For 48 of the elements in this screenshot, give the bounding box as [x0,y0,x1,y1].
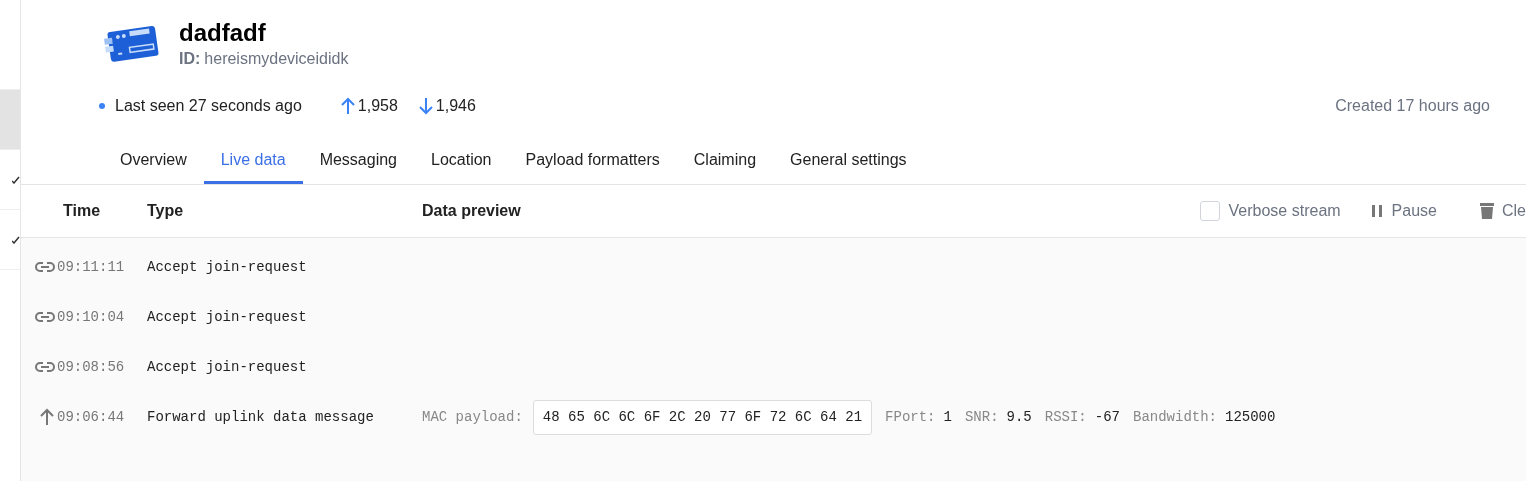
payload-field: 48 65 6C 6C 6F 2C 20 77 6F 72 6C 64 21 [532,399,873,435]
link-icon [35,361,55,373]
trash-icon [1480,202,1494,220]
tab[interactable]: Live data [203,138,303,184]
column-header: Data preview [422,201,521,221]
type-cell-text: Accept join-request [147,307,308,327]
arrow-up-icon [339,97,356,115]
uplink-count: 1,958 [357,96,398,116]
arrow-down-icon [417,97,434,115]
field-label: SNR: [964,407,999,427]
field-label: Bandwidth: [1133,407,1217,427]
time-cell-text: 09:11:11 [57,257,126,277]
device-name: dadfadf [179,18,267,48]
clear-button[interactable]: Cle [1480,199,1526,223]
type-cell-text: Forward uplink data message [147,407,375,427]
last-seen-text: Last seen 27 seconds ago [115,96,302,116]
field-value: 9.5 [1006,407,1032,427]
field-label: FPort: [885,407,936,427]
device-id: hereismydeviceididk [204,49,349,69]
checkbox-label: Verbose stream [1228,201,1341,221]
field-value: 125000 [1225,407,1276,427]
link-icon [35,261,55,273]
arrow-up-icon [39,408,55,426]
verbose-checkbox[interactable] [1199,201,1220,221]
field-label: RSSI: [1044,407,1087,427]
tab[interactable]: Messaging [302,138,414,184]
sidebar-item[interactable] [0,90,20,150]
tab[interactable]: Payload formatters [508,138,677,184]
tab[interactable]: Location [414,138,509,184]
tab[interactable]: Overview [103,138,204,184]
type-cell-text: Accept join-request [147,357,308,377]
time-cell-text: 09:06:44 [57,407,126,427]
pause-icon [1370,204,1383,218]
field-value: 1 [943,407,952,427]
downlink-count: 1,946 [435,96,476,116]
created-text: Created 17 hours ago [1335,96,1490,116]
field-label: MAC payload: [422,407,523,427]
tab[interactable]: General settings [773,138,924,184]
field-value: -67 [1094,407,1120,427]
link-icon [35,311,55,323]
tab[interactable]: Claiming [676,138,774,184]
column-header: Time [62,201,102,221]
column-header: Type [147,201,185,221]
time-cell-text: 09:10:04 [57,307,126,327]
id-label: ID: [179,49,201,69]
type-cell-text: Accept join-request [147,257,308,277]
pause-button[interactable]: Pause [1370,199,1437,223]
time-cell-text: 09:08:56 [57,357,126,377]
